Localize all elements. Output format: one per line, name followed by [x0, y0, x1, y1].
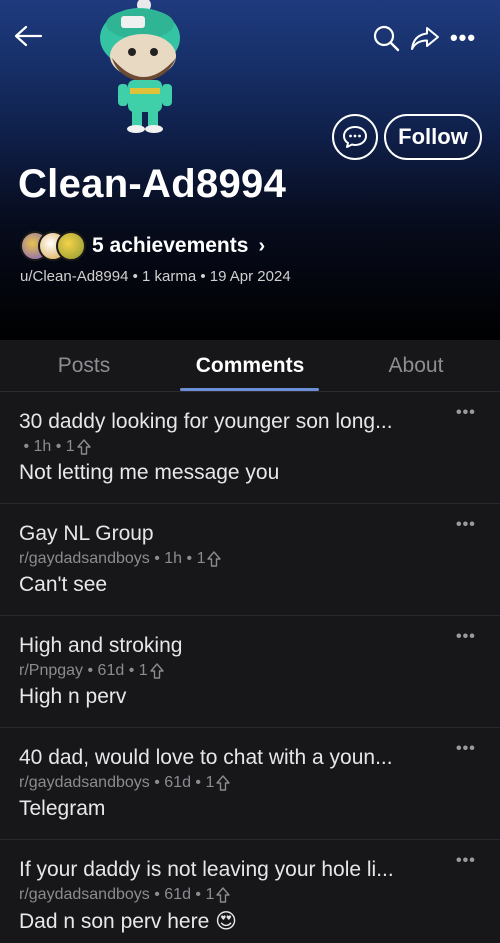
comment-subreddit[interactable]: r/gaydadsandboys — [19, 774, 150, 792]
achievement-badge-icon — [56, 231, 86, 261]
comment-subreddit[interactable]: r/Pnpgay — [19, 662, 83, 680]
comment-age: 1h — [33, 438, 52, 455]
comment-item[interactable]: High and stroking r/Pnpgay • 61d • 1 Hig… — [0, 616, 500, 728]
more-horizontal-icon: ••• — [456, 404, 476, 421]
comment-item[interactable]: 40 dad, would love to chat with a youn..… — [0, 728, 500, 840]
comment-more-button[interactable]: ••• — [456, 852, 476, 870]
back-button[interactable] — [10, 18, 46, 54]
comment-age: 61d — [164, 886, 191, 903]
comment-body: Can't see — [19, 573, 108, 596]
comment-subreddit[interactable]: r/gaydadsandboys — [19, 886, 150, 904]
comments-list: 30 daddy looking for younger son long...… — [0, 392, 500, 943]
comment-score: 1 — [138, 662, 148, 679]
comment-more-button[interactable]: ••• — [456, 516, 476, 534]
comment-post-title: 30 daddy looking for younger son long... — [19, 410, 393, 433]
comment-item[interactable]: 30 daddy looking for younger son long...… — [0, 392, 500, 504]
comment-post-title: 40 dad, would love to chat with a youn..… — [19, 746, 393, 769]
comment-meta: • 1h • 1 — [19, 438, 91, 456]
comment-age: 61d — [97, 662, 125, 679]
follow-button[interactable]: Follow — [384, 114, 482, 160]
chat-icon — [343, 126, 367, 148]
profile-username: Clean-Ad8994 — [18, 162, 287, 206]
more-options-button[interactable]: ••• — [448, 24, 478, 52]
profile-header: ••• Follow Clean-Ad8994 5 achievements ›… — [0, 0, 500, 340]
comment-meta: r/gaydadsandboys • 1h • 1 — [19, 550, 222, 568]
more-horizontal-icon: ••• — [456, 516, 476, 533]
comment-body: Telegram — [19, 797, 106, 820]
upvote-arrow-icon — [149, 663, 164, 679]
arrow-left-icon — [14, 25, 43, 47]
upvote-arrow-icon — [216, 775, 231, 791]
upvote-arrow-icon — [207, 551, 222, 567]
comment-more-button[interactable]: ••• — [456, 628, 476, 646]
achievements-label: 5 achievements — [92, 234, 249, 257]
tab-posts[interactable]: Posts — [0, 340, 168, 392]
comment-age: 61d — [164, 774, 191, 791]
comment-body: Dad n son perv here 😍 — [19, 910, 238, 933]
tab-about[interactable]: About — [332, 340, 500, 392]
more-horizontal-icon: ••• — [456, 628, 476, 645]
profile-tabs: Posts Comments About — [0, 340, 500, 392]
achievement-badges — [20, 230, 86, 262]
chat-button[interactable] — [332, 114, 378, 160]
comment-item[interactable]: Gay NL Group r/gaydadsandboys • 1h • 1 C… — [0, 504, 500, 616]
more-horizontal-icon: ••• — [456, 852, 476, 869]
upvote-arrow-icon — [216, 887, 231, 903]
comment-score: 1 — [196, 550, 206, 567]
upvote-arrow-icon — [77, 439, 91, 455]
share-icon — [411, 27, 439, 50]
comment-body: High n perv — [19, 685, 127, 708]
achievements-link[interactable]: 5 achievements › — [20, 229, 265, 263]
comment-meta: r/Pnpgay • 61d • 1 — [19, 662, 164, 680]
comment-score: 1 — [205, 774, 215, 791]
comment-more-button[interactable]: ••• — [456, 740, 476, 758]
tab-comments[interactable]: Comments — [168, 340, 332, 392]
comment-more-button[interactable]: ••• — [456, 404, 476, 422]
comment-body: Not letting me message you — [19, 461, 280, 484]
comment-post-title: If your daddy is not leaving your hole l… — [19, 858, 394, 881]
search-icon — [373, 25, 400, 52]
comment-item[interactable]: If your daddy is not leaving your hole l… — [0, 840, 500, 943]
comment-age: 1h — [164, 550, 183, 567]
profile-meta: u/Clean-Ad8994 • 1 karma • 19 Apr 2024 — [20, 268, 291, 285]
comment-score: 1 — [65, 438, 75, 455]
comment-post-title: Gay NL Group — [19, 522, 154, 545]
more-horizontal-icon: ••• — [456, 740, 476, 757]
avatar — [88, 0, 198, 140]
more-horizontal-icon: ••• — [449, 25, 477, 50]
comment-meta: r/gaydadsandboys • 61d • 1 — [19, 886, 231, 904]
comment-score: 1 — [205, 886, 215, 903]
comment-post-title: High and stroking — [19, 634, 183, 657]
active-tab-indicator — [180, 388, 319, 391]
chevron-right-icon: › — [258, 234, 266, 257]
share-button[interactable] — [408, 22, 442, 54]
search-button[interactable] — [370, 22, 402, 54]
comment-meta: r/gaydadsandboys • 61d • 1 — [19, 774, 231, 792]
comment-subreddit[interactable]: r/gaydadsandboys — [19, 550, 150, 568]
